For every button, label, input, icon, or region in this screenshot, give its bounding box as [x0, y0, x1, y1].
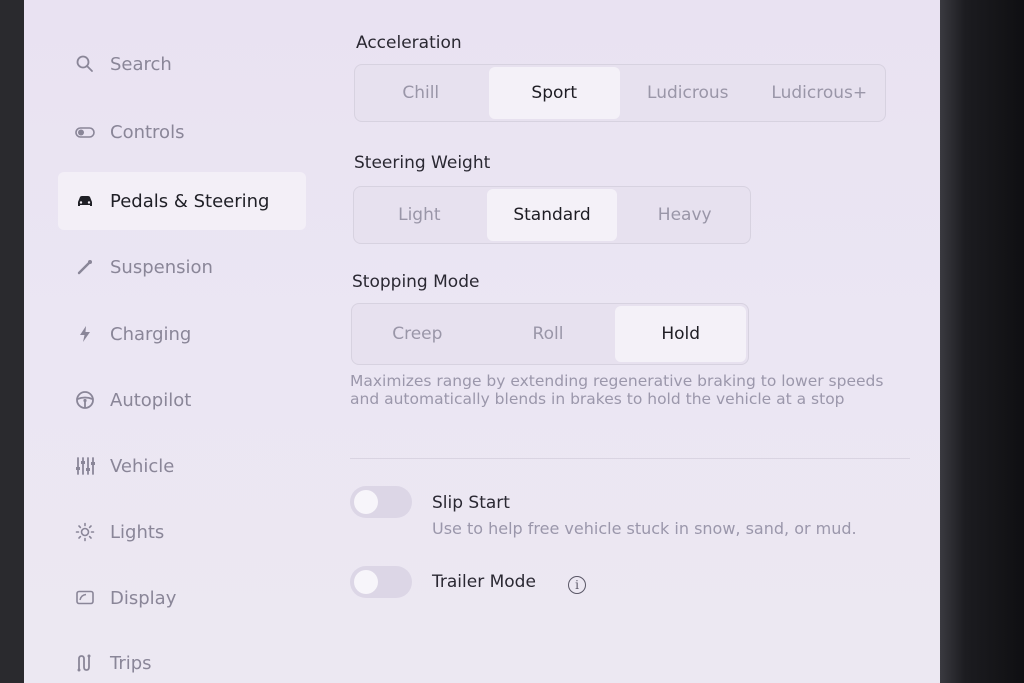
stopping-mode-option-creep[interactable]: Creep — [352, 304, 483, 364]
settings-sidebar: Search Controls Pedals & Steering Suspen… — [24, 0, 314, 683]
sidebar-item-trips[interactable]: Trips — [58, 634, 306, 683]
sun-icon — [74, 521, 96, 543]
sidebar-item-vehicle[interactable]: Vehicle — [58, 437, 306, 495]
settings-screen: Search Controls Pedals & Steering Suspen… — [24, 0, 940, 683]
sidebar-item-label: Charging — [110, 323, 192, 345]
info-icon[interactable]: i — [568, 576, 586, 594]
slip-start-title: Slip Start — [432, 493, 510, 513]
sidebar-item-lights[interactable]: Lights — [58, 503, 306, 561]
slip-start-subtitle: Use to help free vehicle stuck in snow, … — [432, 519, 857, 538]
stopping-mode-option-hold[interactable]: Hold — [615, 306, 747, 362]
sidebar-item-label: Autopilot — [110, 389, 192, 411]
sidebar-item-charging[interactable]: Charging — [58, 305, 306, 363]
steering-weight-title: Steering Weight — [354, 153, 491, 173]
lightning-icon — [74, 323, 96, 345]
sidebar-item-label: Suspension — [110, 256, 213, 278]
sidebar-item-suspension[interactable]: Suspension — [58, 238, 306, 296]
wrench-icon — [74, 256, 96, 278]
steering-weight-option-heavy[interactable]: Heavy — [619, 187, 750, 243]
screen-bezel-right — [940, 0, 1024, 683]
trailer-mode-title: Trailer Mode — [432, 572, 536, 592]
stopping-mode-option-roll[interactable]: Roll — [483, 304, 614, 364]
slip-start-toggle[interactable] — [350, 486, 412, 518]
display-icon — [74, 587, 96, 609]
sidebar-item-controls[interactable]: Controls — [58, 103, 306, 161]
sidebar-item-display[interactable]: Display — [58, 569, 306, 627]
toggle-icon — [74, 121, 96, 143]
sidebar-item-label: Vehicle — [110, 455, 175, 477]
section-divider — [350, 458, 910, 459]
screen-bezel-left — [0, 0, 24, 683]
sidebar-item-label: Controls — [110, 121, 185, 143]
steering-weight-option-light[interactable]: Light — [354, 187, 485, 243]
acceleration-title: Acceleration — [356, 33, 462, 53]
trips-icon — [74, 652, 96, 674]
sidebar-item-label: Lights — [110, 521, 165, 543]
sidebar-item-autopilot[interactable]: Autopilot — [58, 371, 306, 429]
trailer-mode-toggle[interactable] — [350, 566, 412, 598]
acceleration-option-ludicrous[interactable]: Ludicrous — [622, 65, 754, 121]
stopping-mode-description: Maximizes range by extending regenerativ… — [350, 372, 884, 408]
stopping-mode-title: Stopping Mode — [352, 272, 480, 292]
steering-weight-option-standard[interactable]: Standard — [486, 189, 618, 241]
sidebar-item-label: Trips — [110, 652, 152, 674]
search-icon — [74, 53, 96, 75]
sidebar-item-pedals-steering[interactable]: Pedals & Steering — [58, 172, 306, 230]
sidebar-item-label: Display — [110, 587, 177, 609]
toggle-knob — [354, 490, 378, 514]
acceleration-option-sport[interactable]: Sport — [488, 67, 620, 119]
sidebar-item-search[interactable]: Search — [58, 35, 306, 93]
car-icon — [74, 190, 96, 212]
settings-main-panel: Acceleration Chill Sport Ludicrous Ludic… — [350, 0, 940, 683]
steering-weight-selector: Light Standard Heavy — [353, 186, 751, 244]
acceleration-option-ludicrous-plus[interactable]: Ludicrous+ — [754, 65, 886, 121]
acceleration-option-chill[interactable]: Chill — [355, 65, 487, 121]
acceleration-selector: Chill Sport Ludicrous Ludicrous+ — [354, 64, 886, 122]
stopping-mode-selector: Creep Roll Hold — [351, 303, 749, 365]
sliders-icon — [74, 455, 96, 477]
steering-wheel-icon — [74, 389, 96, 411]
sidebar-item-label: Pedals & Steering — [110, 190, 270, 212]
toggle-knob — [354, 570, 378, 594]
sidebar-item-label: Search — [110, 53, 172, 75]
